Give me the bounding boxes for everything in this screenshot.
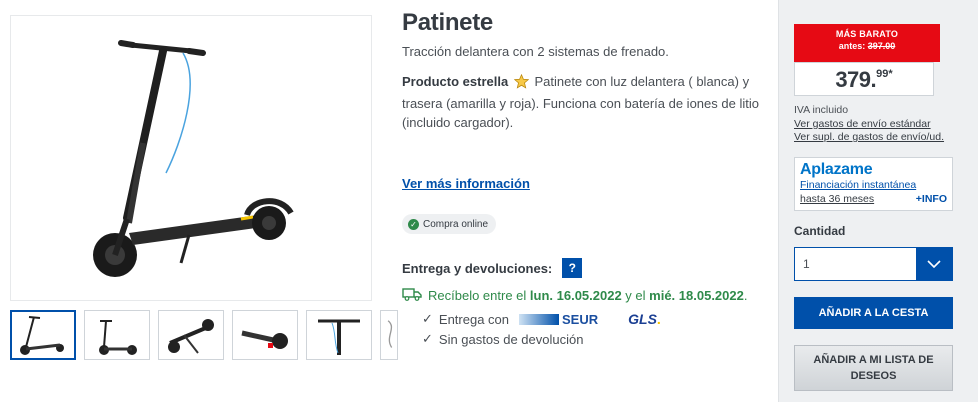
sale-flag: MÁS BARATO antes: 397.00 bbox=[794, 24, 940, 62]
date-from: lun. 16.05.2022 bbox=[529, 288, 622, 303]
seur-logo: SEUR bbox=[519, 312, 598, 327]
more-info-link[interactable]: Ver más información bbox=[402, 176, 530, 191]
check-icon: ✓ bbox=[422, 311, 433, 326]
gls-text: GLS bbox=[628, 311, 657, 327]
sale-flag-label: MÁS BARATO bbox=[835, 29, 899, 39]
quantity-label: Cantidad bbox=[794, 224, 846, 238]
buy-box: MÁS BARATO antes: 397.00 379. 99* IVA in… bbox=[778, 0, 978, 402]
vat-note: IVA incluido bbox=[794, 104, 849, 116]
thumbnail-strip bbox=[10, 310, 398, 360]
product-gallery bbox=[0, 0, 398, 402]
quantity-value: 1 bbox=[803, 257, 810, 271]
thumbnail-1[interactable] bbox=[10, 310, 76, 360]
scooter-image bbox=[93, 40, 294, 277]
returns-label: Sin gastos de devolución bbox=[438, 331, 584, 347]
receive-suffix: . bbox=[743, 288, 748, 303]
delivery-heading: Entrega y devoluciones: ? bbox=[402, 258, 583, 278]
main-product-image[interactable] bbox=[10, 15, 372, 301]
check-circle-icon: ✓ bbox=[408, 218, 419, 230]
thumbnail-6[interactable] bbox=[380, 310, 398, 360]
financing-box[interactable]: Aplazame Financiación instantánea hasta … bbox=[794, 157, 953, 211]
aplazame-logo: Aplazame bbox=[800, 161, 873, 178]
product-info: Patinete Tracción delantera con 2 sistem… bbox=[402, 8, 767, 347]
old-price: antes: 397.00 bbox=[794, 41, 940, 51]
old-price-prefix: antes: bbox=[838, 41, 868, 51]
online-badge-label: Compra online bbox=[423, 218, 489, 230]
quantity-select[interactable]: 1 bbox=[794, 247, 953, 281]
add-to-wishlist-button[interactable]: AÑADIR A MI LISTA DE DESEOS bbox=[794, 345, 953, 391]
delivery-estimate-text: Recíbelo entre el lun. 16.05.2022 y el m… bbox=[428, 288, 747, 303]
highlight-label: Producto estrella bbox=[402, 74, 509, 89]
delivery-estimate: Recíbelo entre el lun. 16.05.2022 y el m… bbox=[402, 287, 747, 304]
returns-line: ✓ Sin gastos de devolución bbox=[422, 331, 583, 347]
current-price: 379. 99* bbox=[794, 62, 934, 96]
carrier-line: ✓ Entrega con SEUR GLS. bbox=[422, 311, 661, 327]
thumbnail-4[interactable] bbox=[232, 310, 298, 360]
financing-row: hasta 36 meses +INFO bbox=[800, 193, 947, 206]
product-subtitle: Tracción delantera con 2 sistemas de fre… bbox=[402, 44, 669, 59]
financing-info-link[interactable]: +INFO bbox=[916, 193, 947, 206]
date-to: mié. 18.05.2022 bbox=[649, 288, 744, 303]
price-main: 379. bbox=[835, 67, 877, 92]
gls-logo: GLS. bbox=[628, 311, 661, 327]
thumbnail-2[interactable] bbox=[84, 310, 150, 360]
carrier-label: Entrega con bbox=[438, 311, 510, 327]
add-to-cart-button[interactable]: AÑADIR A LA CESTA bbox=[794, 297, 953, 329]
price-cents: 99* bbox=[876, 68, 893, 80]
financing-months[interactable]: hasta 36 meses bbox=[800, 193, 874, 206]
receive-prefix: Recíbelo entre el bbox=[428, 288, 530, 303]
online-purchase-badge: ✓ Compra online bbox=[402, 214, 497, 234]
shipping-surcharge-link[interactable]: Ver supl. de gastos de envío/ud. bbox=[794, 131, 944, 144]
thumbnail-5[interactable] bbox=[306, 310, 372, 360]
financing-link[interactable]: Financiación instantánea bbox=[800, 179, 947, 192]
seur-text: SEUR bbox=[562, 311, 599, 327]
thumbnail-3[interactable] bbox=[158, 310, 224, 360]
product-page: Patinete Tracción delantera con 2 sistem… bbox=[0, 0, 978, 402]
old-price-value: 397.00 bbox=[867, 41, 896, 51]
delivery-help-button[interactable]: ? bbox=[562, 258, 583, 278]
product-title: Patinete bbox=[402, 9, 493, 36]
shipping-costs-link[interactable]: Ver gastos de envío estándar bbox=[794, 118, 931, 131]
gls-dot: . bbox=[656, 311, 661, 327]
receive-middle: y el bbox=[621, 288, 650, 303]
product-description: Producto estrella Patinete con luz delan… bbox=[402, 72, 762, 132]
chevron-down-icon[interactable] bbox=[916, 248, 952, 280]
truck-icon bbox=[402, 287, 422, 304]
price-area: MÁS BARATO antes: 397.00 379. 99* bbox=[794, 24, 940, 96]
delivery-title: Entrega y devoluciones: bbox=[402, 260, 553, 276]
star-icon bbox=[513, 73, 530, 94]
check-icon: ✓ bbox=[422, 331, 433, 346]
